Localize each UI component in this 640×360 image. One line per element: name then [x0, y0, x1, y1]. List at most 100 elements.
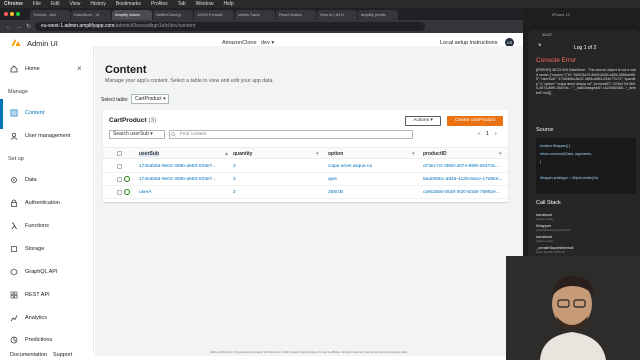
table-row[interactable]: 173edb5d-8e02-469b-a583-033e7... 2 quis … [103, 173, 508, 186]
cell-productid[interactable]: d74ec7cf-0b50-4074-89f9-2647dc... [423, 164, 505, 169]
users-icon [10, 133, 18, 140]
sidebar-item-graphql-api[interactable]: GraphQL API [10, 268, 58, 276]
search-field-select[interactable]: Search userSub ▾ [109, 130, 165, 139]
cell-quantity[interactable]: 2 [233, 190, 236, 195]
webcam-overlay [506, 256, 640, 360]
sidebar-item-label: GraphQL API [25, 269, 58, 275]
row-checkbox[interactable] [117, 177, 122, 182]
column-header-usersub[interactable]: userSub [139, 151, 160, 157]
close-icon[interactable]: × [538, 43, 542, 49]
cell-option[interactable]: culpa amet aliqua nu [328, 164, 418, 169]
sidebar-item-storage[interactable]: Storage [10, 245, 44, 253]
menu-tab[interactable]: Tab [178, 1, 186, 7]
sidebar-item-analytics[interactable]: Analytics [10, 314, 47, 322]
row-checkbox[interactable] [117, 190, 122, 195]
minimize-window-button[interactable] [10, 12, 14, 16]
error-message: [ERROR] 38:23.519 DataStore - The source… [536, 68, 636, 95]
sidebar-item-user-management[interactable]: User management [10, 132, 70, 140]
cell-quantity[interactable]: 2 [233, 177, 236, 182]
cell-usersub[interactable]: 173edb5d-8e02-469b-a583-033e7... [139, 164, 227, 169]
reload-icon[interactable]: ↻ [26, 23, 31, 30]
stack-frame[interactable]: construct (native code) [536, 234, 553, 243]
content-icon [10, 109, 18, 117]
url-path: /admin/d3wxsadbgn1elz/dev/content [114, 23, 196, 29]
menu-window[interactable]: Window [196, 1, 214, 7]
sidebar-active-indicator [0, 99, 3, 129]
address-bar[interactable]: eu-west-1.admin.amplifyapp.com/admin/d3w… [35, 22, 426, 31]
menu-bookmarks[interactable]: Bookmarks [116, 1, 141, 7]
sort-icon[interactable]: ▾ [316, 151, 319, 157]
page-number[interactable]: 1 [486, 131, 489, 137]
cell-quantity[interactable]: 2 [233, 164, 236, 169]
home-icon [10, 65, 18, 73]
sidebar-item-label: Authentication [25, 200, 60, 206]
create-record-button[interactable]: Create cartProduct [447, 116, 503, 126]
column-header-productid[interactable]: productID [423, 151, 447, 157]
stack-frame[interactable]: construct (native code) [536, 212, 553, 221]
browser-tab[interactable]: Tutorial - Adc [30, 10, 70, 20]
row-checkbox[interactable] [117, 164, 122, 169]
documentation-link[interactable]: Documentation [10, 352, 47, 358]
sidebar-item-rest-api[interactable]: REST API [10, 291, 50, 299]
menu-profiles[interactable]: Profiles [151, 1, 168, 7]
presenter-video [506, 256, 640, 360]
sidebar-item-home[interactable]: Home [10, 65, 40, 73]
cell-productid[interactable]: caf62db6-0538-4f20-b0d5-76992e... [423, 190, 505, 195]
cell-option[interactable]: 256GB [328, 190, 418, 195]
zoom-window-button[interactable] [16, 12, 20, 16]
sidebar-item-functions[interactable]: Functions [10, 222, 49, 230]
sidebar-item-data[interactable]: Data [10, 176, 37, 184]
browser-tab[interactable]: Vadim Savin [235, 10, 275, 20]
browser-tab[interactable]: NetfilxClone(y [153, 10, 193, 20]
close-icon[interactable]: × [77, 64, 82, 73]
cell-usersub[interactable]: userA [139, 190, 227, 195]
sort-icon[interactable]: ▾ [499, 151, 502, 157]
cell-productid[interactable]: 5aa006bc-d84d-4125-8a1e-17d9be... [423, 177, 505, 182]
browser-tab-active[interactable]: Amplify Admin [112, 10, 152, 20]
next-page-icon[interactable]: › [495, 131, 497, 137]
filter-input[interactable]: Find content [169, 130, 413, 139]
sort-icon[interactable]: ▾ [412, 151, 415, 157]
main-content: Content Manage your app's content. Selec… [95, 46, 523, 352]
select-table-dropdown[interactable]: CartProduct ▾ [131, 94, 169, 104]
tab-strip: Tutorial - Adc DataStore - Vr Amplify Ad… [0, 8, 523, 20]
menu-file[interactable]: File [33, 1, 41, 7]
cell-usersub[interactable]: 173edb5d-8e02-469b-a583-033e7... [139, 177, 227, 182]
menu-help[interactable]: Help [223, 1, 233, 7]
sort-icon[interactable]: ▲ [224, 151, 229, 157]
actions-button[interactable]: Actions ▾ [405, 116, 441, 126]
sidebar-item-predictions[interactable]: Predictions [10, 336, 52, 344]
api-icon [10, 291, 18, 299]
search-field-value: Search userSub [113, 131, 149, 137]
stack-frame[interactable]: Wrapper wrapNativeSuper.js:26:19 [536, 223, 570, 232]
sidebar-item-content[interactable]: Content [10, 109, 44, 117]
source-line: Wrapper.prototype = Object.create(Cla [540, 176, 599, 180]
menu-history[interactable]: History [90, 1, 106, 7]
column-header-option[interactable]: option [328, 151, 343, 157]
browser-tab[interactable]: DataStore - Vr [71, 10, 111, 20]
sidebar-item-label: Home [25, 66, 40, 72]
browser-tab[interactable]: React Native [276, 10, 316, 20]
menu-app-name[interactable]: Chrome [4, 1, 23, 7]
cell-option[interactable]: quis [328, 177, 418, 182]
browser-tab[interactable]: JSON Formatt [194, 10, 234, 20]
sidebar-item-authentication[interactable]: Authentication [10, 199, 60, 207]
prev-page-icon[interactable]: ‹ [478, 131, 480, 137]
back-icon[interactable]: ← [6, 24, 12, 30]
menu-edit[interactable]: Edit [51, 1, 60, 7]
support-link[interactable]: Support [53, 352, 72, 358]
browser-tab[interactable]: How to | let D [317, 10, 357, 20]
sidebar-item-label: Data [25, 177, 37, 183]
sidebar-item-label: Analytics [25, 315, 48, 321]
browser-tab[interactable]: amplify predic [358, 10, 398, 20]
table-row[interactable]: 173edb5d-8e02-469b-a583-033e7... 2 culpa… [103, 160, 508, 173]
column-header-quantity[interactable]: quantity [233, 151, 252, 157]
forward-icon[interactable]: → [16, 24, 22, 30]
menu-view[interactable]: View [70, 1, 81, 7]
close-window-button[interactable] [4, 12, 8, 16]
panel-title: CartProduct (3) [109, 117, 156, 124]
select-all-checkbox[interactable] [117, 151, 122, 156]
table-row[interactable]: userA 2 256GB caf62db6-0538-4f20-b0d5-76… [103, 186, 508, 199]
stack-frame[interactable]: _createSuperInternal index.bundle:2156:29 [536, 245, 573, 254]
phone-simulator: 10:27 × Log 1 of 2 Console Error [ERROR]… [528, 30, 640, 264]
